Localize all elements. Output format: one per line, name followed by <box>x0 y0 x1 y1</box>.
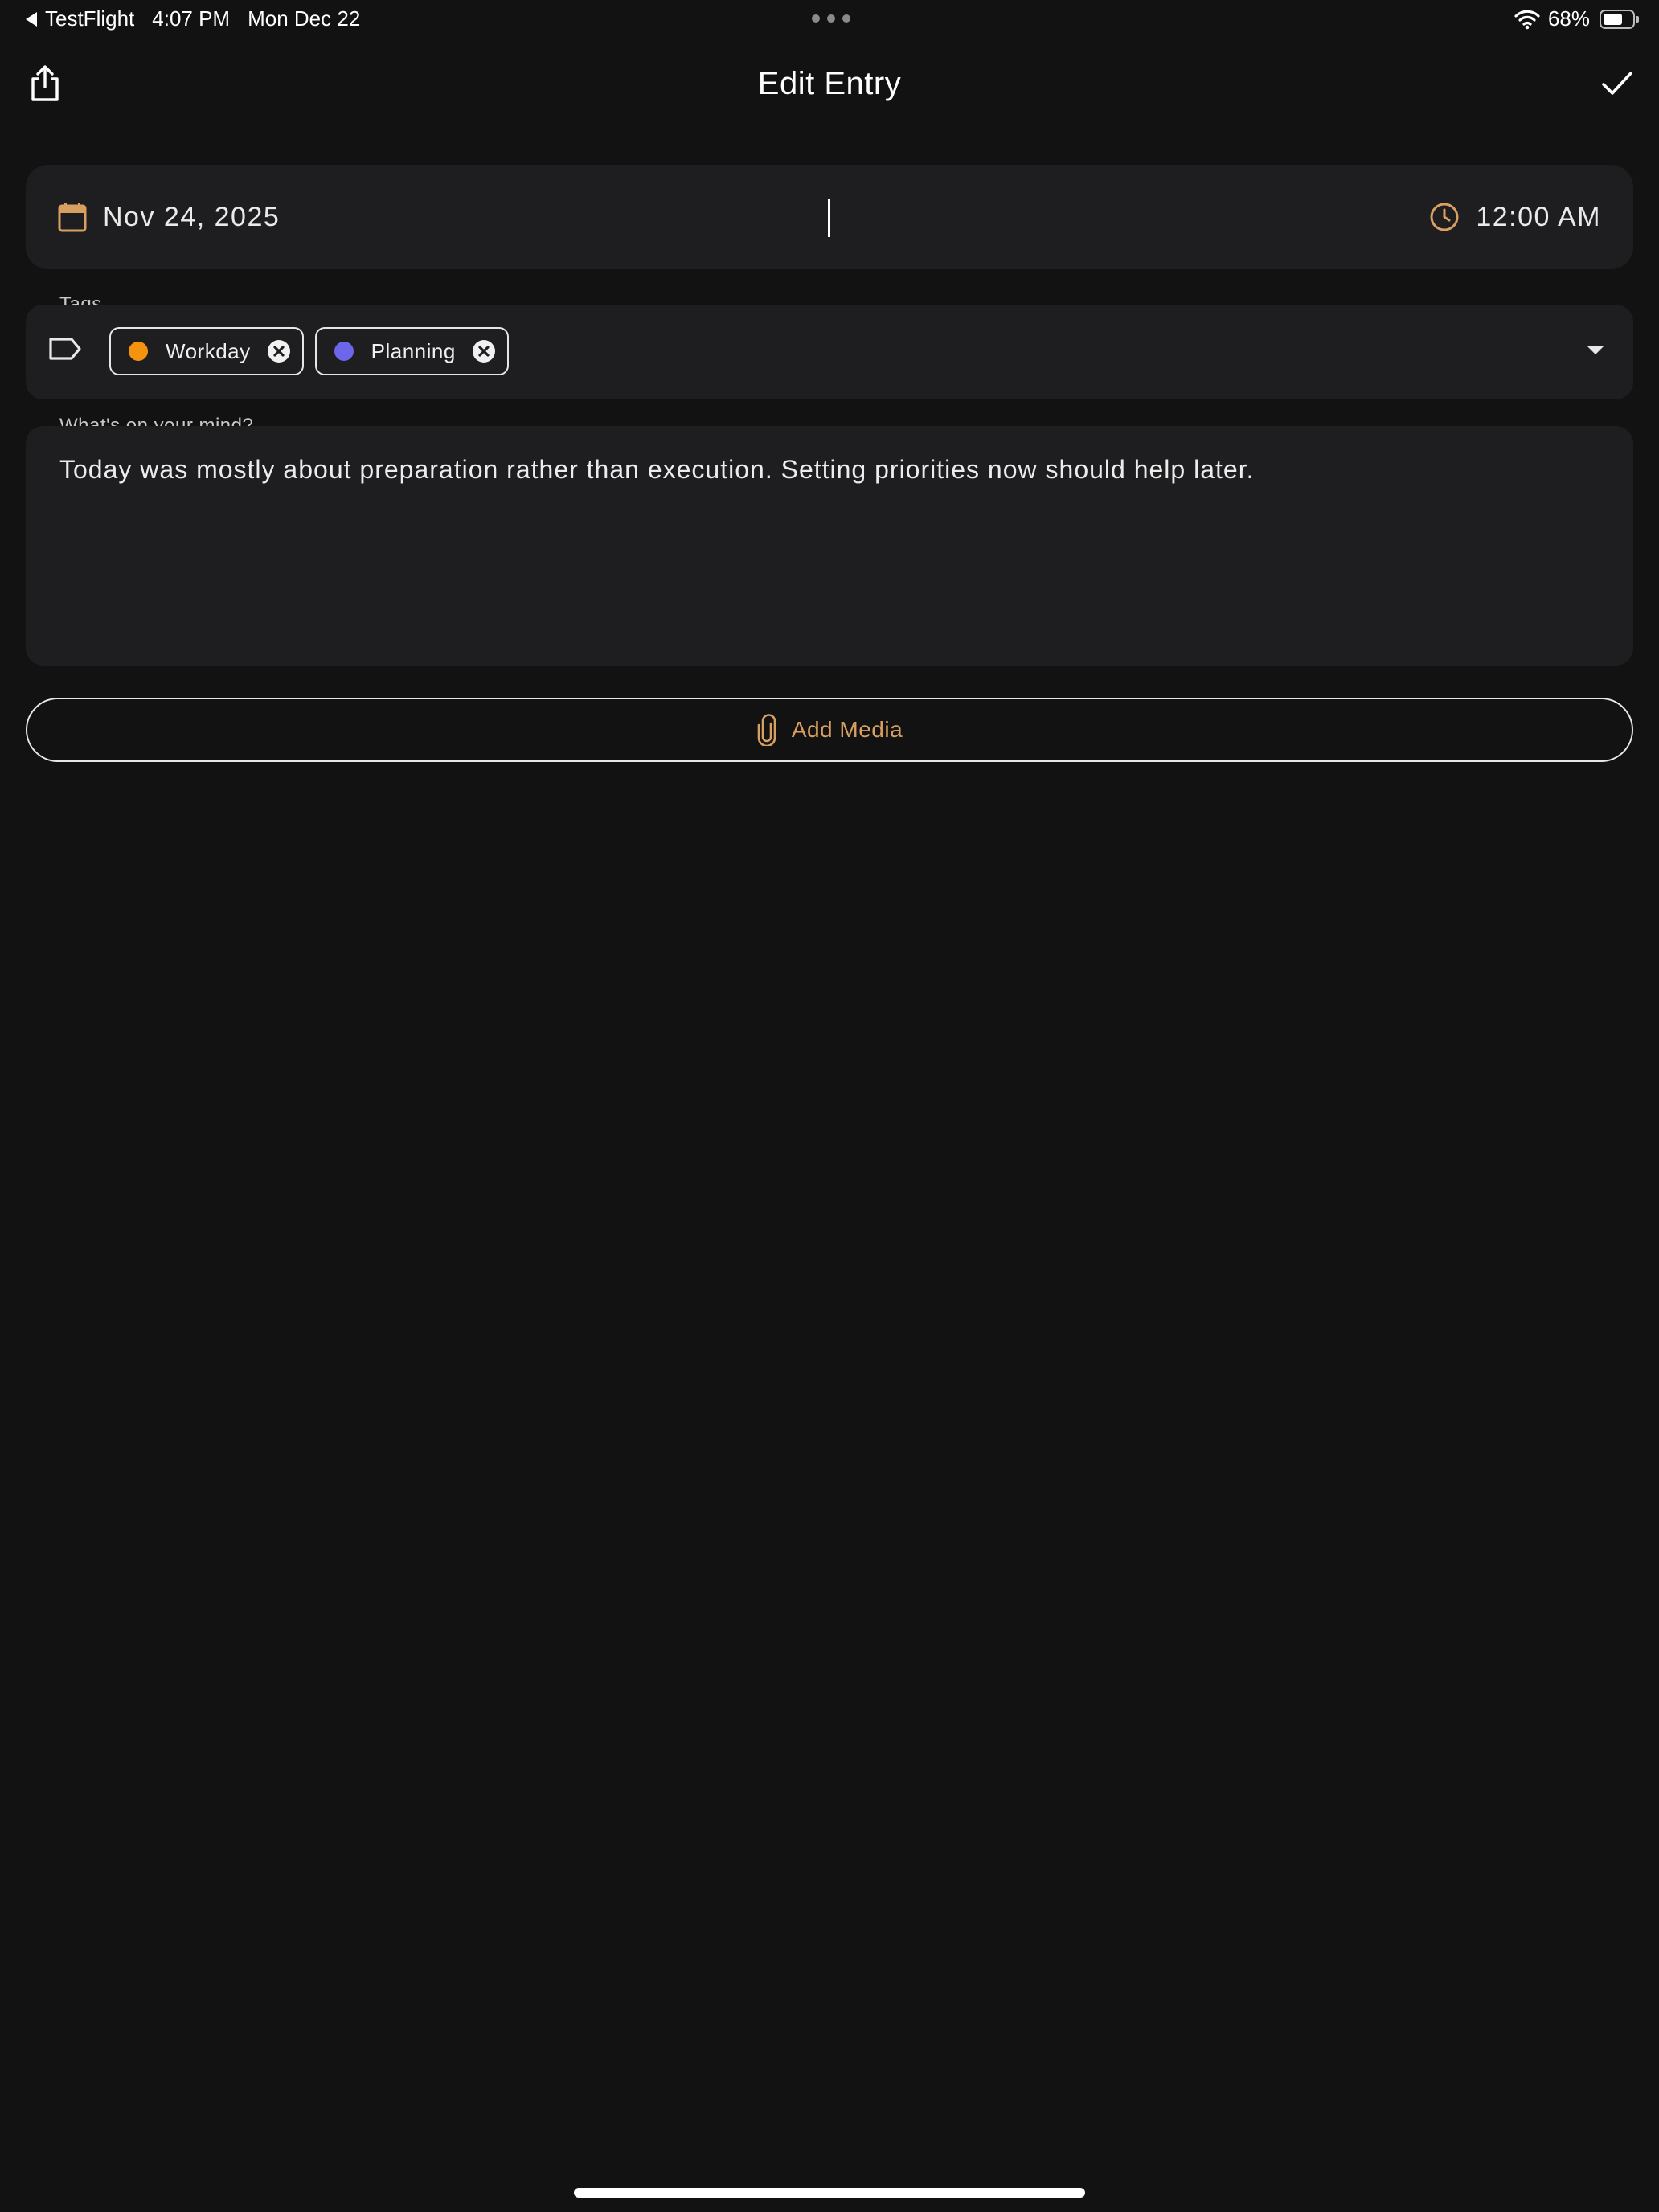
tags-field[interactable]: Workday Planning <box>26 305 1633 399</box>
status-left: TestFlight 4:07 PM Mon Dec 22 <box>26 6 360 31</box>
paperclip-icon <box>757 714 776 746</box>
close-circle-icon <box>472 340 495 363</box>
tag-icon <box>49 338 81 360</box>
tag-color-dot <box>129 342 148 361</box>
status-time: 4:07 PM <box>152 6 231 31</box>
status-date: Mon Dec 22 <box>248 6 361 31</box>
save-confirm-button[interactable] <box>1598 64 1636 103</box>
status-bar: TestFlight 4:07 PM Mon Dec 22 68% <box>0 0 1659 39</box>
battery-percent: 68% <box>1547 6 1590 31</box>
tag-chips: Workday Planning <box>109 327 509 375</box>
time-picker-field[interactable]: 12:00 AM <box>1429 165 1601 269</box>
page-title: Edit Entry <box>757 66 902 101</box>
time-value: 12:00 AM <box>1476 201 1601 232</box>
tag-color-dot <box>334 342 354 361</box>
close-circle-icon <box>267 340 290 363</box>
navigation-bar: Edit Entry <box>0 48 1659 121</box>
status-right: 68% <box>1514 6 1639 31</box>
tag-chip-label: Planning <box>371 338 456 363</box>
add-media-label: Add Media <box>791 717 903 742</box>
date-time-card: Nov 24, 2025 12:00 AM <box>26 165 1633 269</box>
edit-entry-screen: TestFlight 4:07 PM Mon Dec 22 68% Edit E… <box>0 0 1659 2212</box>
text-cursor <box>828 199 830 237</box>
wifi-icon <box>1514 10 1540 29</box>
back-caret-icon[interactable] <box>26 11 37 27</box>
date-picker-field[interactable]: Nov 24, 2025 <box>58 165 280 269</box>
home-indicator[interactable] <box>574 2188 1085 2198</box>
date-value: Nov 24, 2025 <box>103 201 281 232</box>
remove-tag-planning-button[interactable] <box>472 339 496 363</box>
back-to-app-label[interactable]: TestFlight <box>45 6 134 31</box>
clock-icon <box>1430 203 1459 231</box>
tag-chip-workday[interactable]: Workday <box>109 327 304 375</box>
battery-fill <box>1604 13 1622 25</box>
remove-tag-workday-button[interactable] <box>267 339 291 363</box>
chevron-down-icon[interactable] <box>1587 346 1604 354</box>
battery-icon <box>1600 9 1639 29</box>
entry-text-area[interactable]: Today was mostly about preparation rathe… <box>26 426 1633 666</box>
tag-chip-label: Workday <box>166 338 251 363</box>
add-media-button[interactable]: Add Media <box>26 698 1633 762</box>
checkmark-icon <box>1602 72 1632 95</box>
calendar-icon <box>58 203 87 232</box>
tag-chip-planning[interactable]: Planning <box>314 327 509 375</box>
entry-text-value: Today was mostly about preparation rathe… <box>59 455 1255 484</box>
multitasking-dots-icon[interactable] <box>812 14 850 23</box>
